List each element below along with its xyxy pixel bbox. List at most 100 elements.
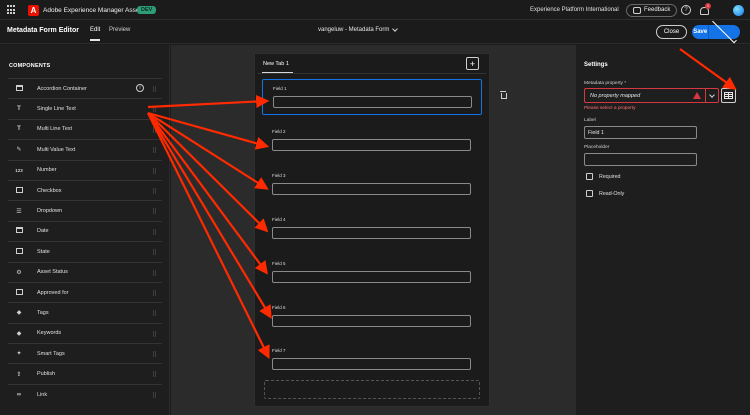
bell-icon[interactable]: 1	[699, 2, 711, 15]
component-number[interactable]: 123 Number	[8, 159, 162, 180]
drag-handle-icon[interactable]	[153, 391, 156, 398]
component-multi-line-text[interactable]: T Multi Line Text	[8, 118, 162, 139]
component-state[interactable]: State	[8, 241, 162, 261]
component-approved-for[interactable]: Approved for	[8, 281, 162, 302]
drag-handle-icon[interactable]	[153, 167, 156, 174]
drag-handle-icon[interactable]	[153, 228, 156, 235]
form-name-dropdown[interactable]: vangeluw - Metadata Form	[318, 26, 399, 33]
component-date[interactable]: Date	[8, 220, 162, 241]
component-link[interactable]: ∞ Link	[8, 383, 162, 404]
field-label: Field 6	[272, 305, 286, 310]
notification-badge: 1	[705, 2, 711, 9]
field-input[interactable]	[272, 358, 471, 370]
accordion-icon	[12, 84, 26, 93]
component-label: Accordion Container	[37, 85, 87, 92]
field-input[interactable]	[273, 96, 472, 108]
field-input[interactable]	[272, 271, 471, 283]
required-marker: *	[624, 81, 627, 86]
drag-handle-icon[interactable]	[153, 269, 156, 276]
dropdown-icon: ☰	[16, 208, 22, 215]
drag-handle-icon[interactable]	[153, 86, 156, 92]
field-label: Field 5	[272, 261, 286, 266]
feedback-button[interactable]: Feedback	[626, 3, 678, 17]
checkbox-icon	[12, 186, 26, 195]
component-dropdown[interactable]: ☰ Dropdown	[8, 200, 162, 220]
field-input[interactable]	[272, 139, 471, 151]
chevron-down-icon[interactable]	[705, 88, 718, 103]
avatar[interactable]	[733, 4, 744, 16]
field-input[interactable]	[272, 183, 471, 195]
components-panel: COMPONENTS Accordion Container i T Singl…	[0, 45, 170, 415]
component-accordion-container[interactable]: Accordion Container i	[8, 78, 162, 98]
component-keywords[interactable]: ◆ Keywords	[8, 322, 162, 343]
drop-zone[interactable]	[264, 380, 480, 399]
component-label: Number	[37, 167, 57, 174]
component-smart-tags[interactable]: ✦ Smart Tags	[8, 343, 162, 363]
drag-handle-icon[interactable]	[153, 208, 156, 215]
component-label: Publish	[37, 371, 56, 378]
tab-preview[interactable]: Preview	[109, 27, 130, 33]
smart-tag-icon: ✦	[16, 351, 22, 358]
label-input[interactable]: Field 1	[584, 126, 697, 139]
component-label: Tags	[37, 309, 49, 316]
component-tags[interactable]: ◆ Tags	[8, 302, 162, 322]
form-field-7[interactable]: Field 7	[262, 342, 482, 378]
help-icon[interactable]: ?	[681, 5, 691, 15]
app-switcher-icon[interactable]	[7, 0, 17, 20]
field-label: Field 7	[272, 348, 286, 353]
drag-handle-icon[interactable]	[153, 106, 156, 113]
readonly-checkbox-row[interactable]: Read-Only	[586, 190, 624, 197]
placeholder-field-label: Placeholder	[584, 145, 610, 150]
field-input[interactable]	[272, 315, 471, 327]
save-options-button[interactable]	[709, 18, 740, 44]
required-checkbox-row[interactable]: Required	[586, 173, 621, 180]
close-button[interactable]: Close	[656, 25, 687, 39]
component-asset-status[interactable]: ⚙ Asset Status	[8, 261, 162, 282]
component-checkbox[interactable]: Checkbox	[8, 179, 162, 200]
readonly-label: Read-Only	[599, 190, 625, 197]
chevron-down-icon	[392, 26, 399, 32]
drag-handle-icon[interactable]	[153, 187, 156, 194]
form-field-6[interactable]: Field 6	[262, 299, 482, 335]
trash-icon[interactable]	[500, 91, 507, 99]
field-label: Field 2	[272, 129, 286, 134]
settings-title: Settings	[584, 62, 608, 68]
drag-handle-icon[interactable]	[153, 371, 156, 378]
component-single-line-text[interactable]: T Single Line Text	[8, 98, 162, 118]
text-icon: T	[17, 106, 21, 113]
tab-new-tab-1[interactable]: New Tab 1	[262, 61, 293, 73]
drag-handle-icon[interactable]	[153, 289, 156, 296]
drag-handle-icon[interactable]	[153, 126, 156, 133]
tab-edit[interactable]: Edit	[90, 27, 101, 41]
required-checkbox[interactable]	[586, 173, 593, 180]
readonly-checkbox[interactable]	[586, 190, 593, 197]
text-icon: T	[17, 126, 21, 133]
save-button[interactable]: Save	[692, 18, 740, 44]
form-field-3[interactable]: Field 3	[262, 167, 482, 203]
placeholder-input[interactable]	[584, 153, 697, 166]
drag-handle-icon[interactable]	[153, 147, 156, 154]
app-title[interactable]: Adobe Experience Manager Assets	[43, 7, 145, 14]
settings-panel: Settings Metadata property * No property…	[575, 45, 750, 415]
info-icon[interactable]: i	[136, 84, 144, 92]
browse-properties-button[interactable]	[721, 88, 736, 103]
form-field-1[interactable]: Field 1	[262, 79, 482, 115]
field-input[interactable]	[272, 227, 471, 239]
drag-handle-icon[interactable]	[153, 310, 156, 317]
drag-handle-icon[interactable]	[153, 330, 156, 337]
approved-icon	[12, 288, 26, 297]
metadata-property-picker[interactable]: No property mapped	[584, 88, 719, 103]
feedback-icon	[633, 6, 641, 14]
drag-handle-icon[interactable]	[153, 249, 156, 256]
multi-value-icon: ✎	[16, 147, 22, 154]
component-label: Asset Status	[37, 269, 68, 276]
drag-handle-icon[interactable]	[153, 351, 156, 358]
component-publish[interactable]: ⇪ Publish	[8, 363, 162, 383]
form-field-5[interactable]: Field 5	[262, 255, 482, 291]
form-field-2[interactable]: Field 2	[262, 123, 482, 159]
form-field-4[interactable]: Field 4	[262, 211, 482, 247]
add-tab-button[interactable]: +	[466, 57, 479, 70]
field-label: Field 1	[273, 86, 287, 91]
component-multi-value-text[interactable]: ✎ Multi Value Text	[8, 139, 162, 159]
org-switcher[interactable]: Experience Platform International	[530, 7, 619, 13]
